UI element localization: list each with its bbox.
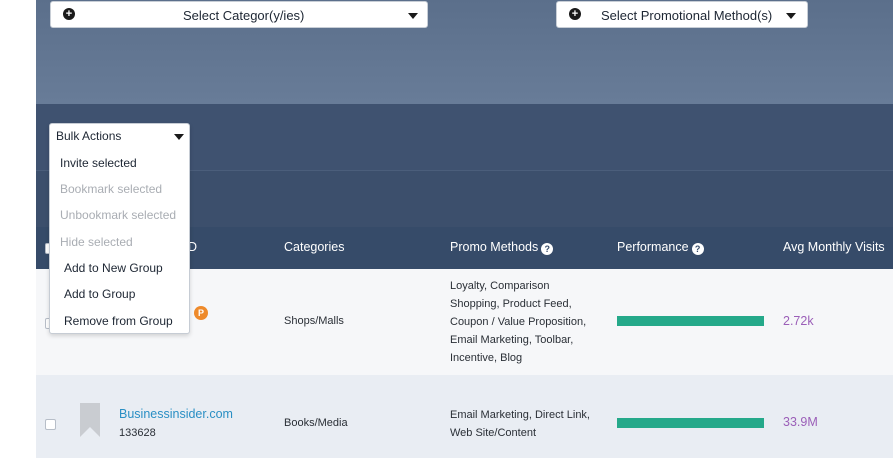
publisher-badge: P xyxy=(194,306,208,320)
plus-circle-icon: + xyxy=(63,8,75,20)
promo-methods-cell: Email Marketing, Direct Link, Web Site/C… xyxy=(450,406,590,442)
category-select-label: Select Categor(y/ies) xyxy=(183,8,305,23)
performance-bar xyxy=(617,316,764,326)
category-select[interactable]: + Select Categor(y/ies) xyxy=(50,1,428,28)
promo-line: Incentive, Blog xyxy=(450,352,523,364)
bulk-actions-label: Bulk Actions xyxy=(56,129,122,143)
menu-item-add-to-group[interactable]: Add to Group xyxy=(64,287,135,301)
publisher-name-link[interactable]: Businessinsider.com xyxy=(119,407,233,421)
row-checkbox[interactable] xyxy=(45,419,56,430)
promo-line: Email Marketing, Direct Link, xyxy=(450,409,590,421)
header-promo-methods[interactable]: Promo Methods? xyxy=(450,240,554,255)
category-cell: Shops/Malls xyxy=(284,315,344,327)
menu-item-unbookmark-selected: Unbookmark selected xyxy=(60,208,177,222)
menu-item-bookmark-selected: Bookmark selected xyxy=(60,182,163,196)
promo-method-select-label: Select Promotional Method(s) xyxy=(601,8,773,23)
caret-down-icon xyxy=(174,134,184,140)
publisher-id: 133628 xyxy=(119,427,156,439)
promo-line: Coupon / Value Proposition, xyxy=(450,316,587,328)
menu-item-add-to-new-group[interactable]: Add to New Group xyxy=(64,261,163,275)
promo-line: Shopping, Product Feed, xyxy=(450,298,572,310)
bookmark-icon[interactable] xyxy=(80,403,100,437)
question-circle-icon[interactable]: ? xyxy=(691,243,704,255)
bulk-actions-dropdown[interactable]: Bulk Actions Invite selected Bookmark se… xyxy=(49,123,190,334)
table-row: Businessinsider.com 133628 Books/Media E… xyxy=(36,375,893,458)
caret-down-icon xyxy=(408,13,418,19)
menu-item-hide-selected: Hide selected xyxy=(60,235,133,249)
promo-methods-cell: Loyalty, Comparison Shopping, Product Fe… xyxy=(450,277,586,367)
avg-visits-value: 2.72k xyxy=(783,314,814,328)
promo-method-select[interactable]: + Select Promotional Method(s) xyxy=(556,1,808,28)
menu-item-remove-from-group[interactable]: Remove from Group xyxy=(64,314,173,328)
promo-line: Loyalty, Comparison xyxy=(450,280,550,292)
header-categories[interactable]: Categories xyxy=(284,240,344,254)
category-cell: Books/Media xyxy=(284,417,348,429)
header-performance[interactable]: Performance? xyxy=(617,240,704,255)
header-avg-monthly-visits[interactable]: Avg Monthly Visits xyxy=(783,240,885,254)
promo-line: Email Marketing, Toolbar, xyxy=(450,334,574,346)
header-promo-methods-label: Promo Methods xyxy=(450,240,539,254)
avg-visits-value: 33.9M xyxy=(783,415,818,429)
plus-circle-icon: + xyxy=(569,8,581,20)
caret-down-icon xyxy=(786,13,796,19)
header-performance-label: Performance xyxy=(617,240,689,254)
promo-line: Web Site/Content xyxy=(450,427,537,439)
question-circle-icon[interactable]: ? xyxy=(541,243,554,255)
performance-bar xyxy=(617,418,764,428)
menu-item-invite-selected[interactable]: Invite selected xyxy=(60,156,137,170)
